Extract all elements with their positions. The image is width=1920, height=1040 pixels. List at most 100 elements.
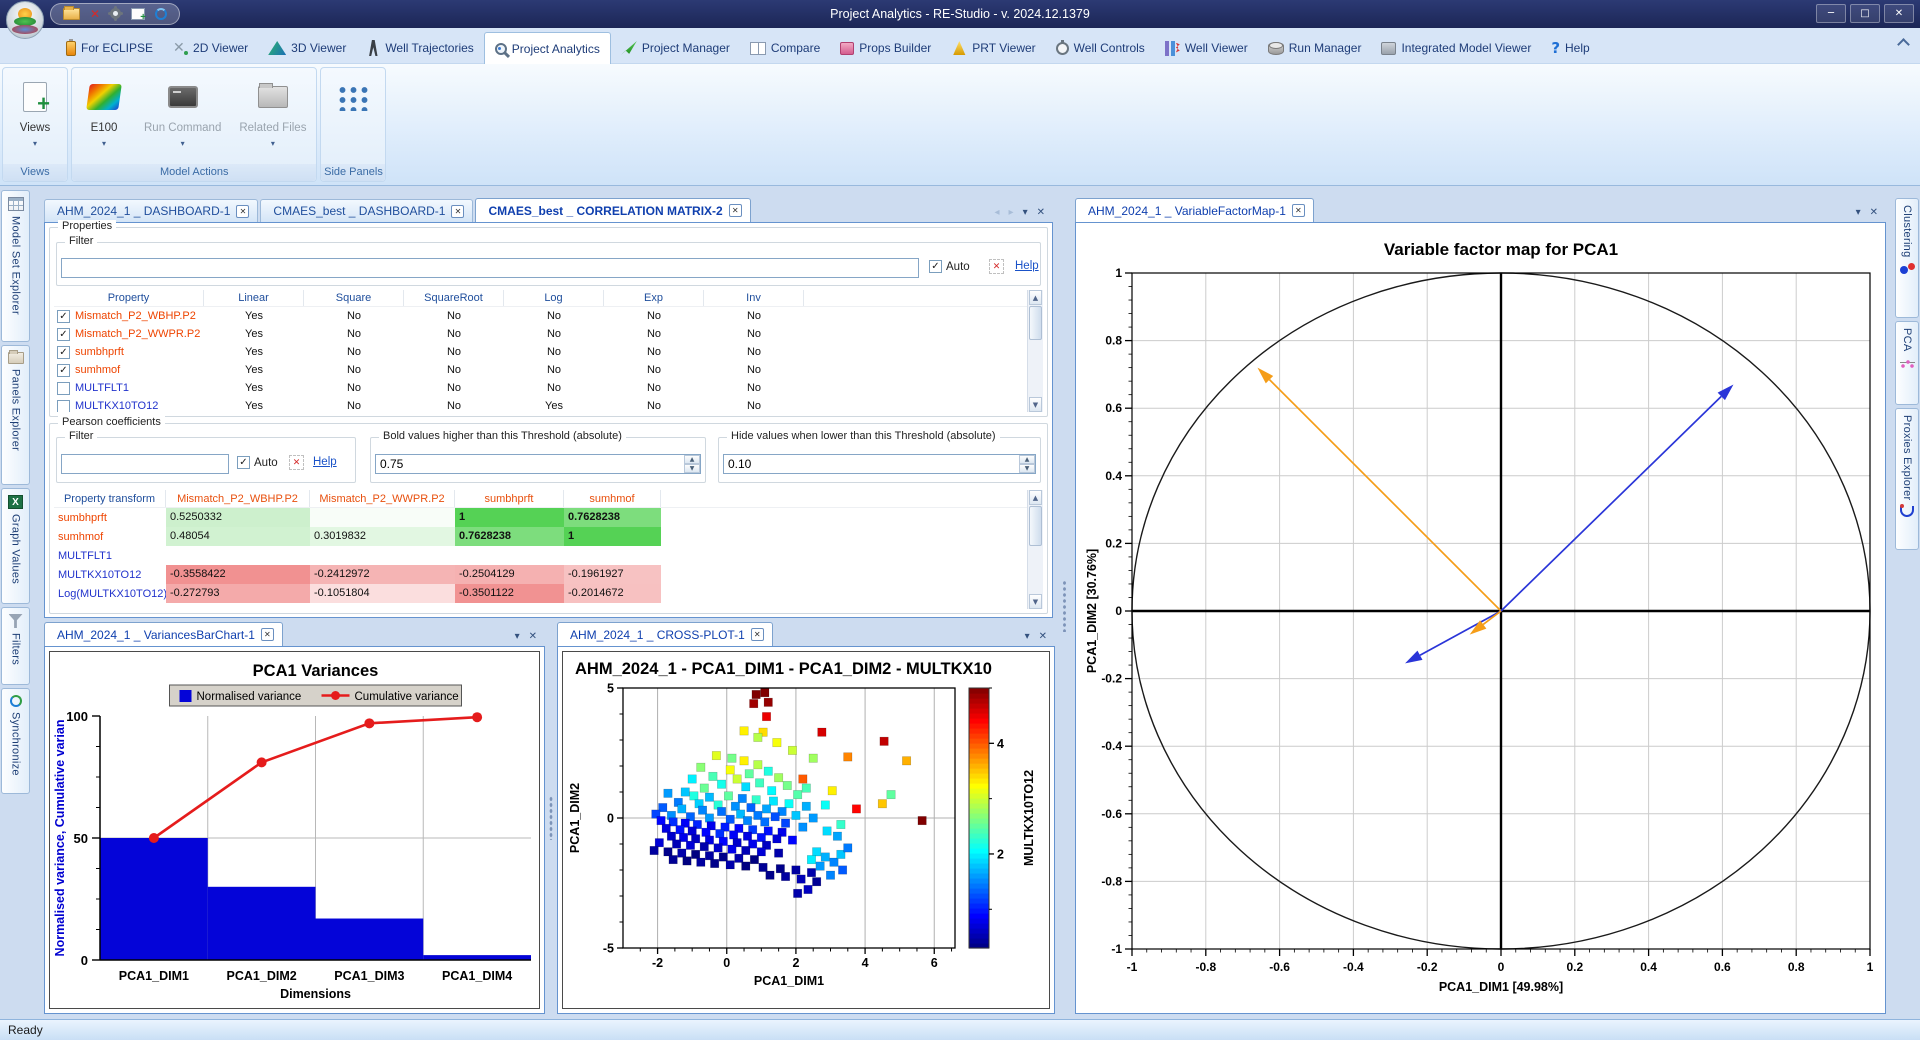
spin-down-icon[interactable]: ▼ — [1019, 464, 1035, 473]
column-header[interactable]: Property — [54, 290, 204, 306]
panel-close-icon[interactable]: ✕ — [1039, 631, 1047, 642]
pearson-filter-input[interactable] — [61, 454, 229, 474]
properties-filter-input[interactable] — [61, 258, 919, 278]
scroll-tabs-left-icon[interactable]: ◂ — [995, 207, 1000, 218]
tab-close-icon[interactable]: ✕ — [261, 628, 274, 641]
sidebar-tab-panels-explorer[interactable]: Panels Explorer — [1, 345, 30, 485]
scroll-tabs-right-icon[interactable]: ▸ — [1009, 207, 1014, 218]
tab-close-icon[interactable]: ✕ — [236, 205, 249, 218]
tab-close-icon[interactable]: ✕ — [1292, 204, 1305, 217]
vertical-scrollbar[interactable]: ▲▼ — [1027, 290, 1043, 412]
ribbon-tab-3d-viewer[interactable]: 3D Viewer — [258, 32, 356, 64]
panel-tab[interactable]: CMAES_best _ CORRELATION MATRIX-2✕ — [475, 198, 750, 222]
column-header[interactable]: Property transform — [54, 490, 166, 507]
panel-tab[interactable]: AHM_2024_1 _ VariableFactorMap-1✕ — [1075, 198, 1314, 222]
checkbox-checked-icon[interactable]: ✓ — [57, 328, 70, 341]
column-header[interactable]: sumhmof — [564, 490, 661, 507]
vertical-splitter-2[interactable] — [547, 622, 555, 1014]
scroll-down-icon[interactable]: ▼ — [1029, 397, 1042, 412]
sidebar-tab-pca[interactable]: PCA — [1895, 321, 1919, 405]
checkbox-unchecked-icon[interactable] — [57, 382, 70, 395]
column-header[interactable]: Log — [504, 290, 604, 306]
property-row[interactable]: MULTFLT1YesNoNoNoNoNo — [54, 379, 1043, 397]
vertical-splitter[interactable] — [1058, 198, 1071, 1014]
clear-filter-icon[interactable]: ✕ — [289, 455, 304, 470]
ribbon-tab-prt-viewer[interactable]: PRT Viewer — [941, 32, 1045, 64]
ribbon-tab-help[interactable]: ?Help — [1541, 32, 1599, 64]
column-header[interactable]: SquareRoot — [404, 290, 504, 306]
ribbon-tab-integrated-model-viewer[interactable]: Integrated Model Viewer — [1371, 32, 1541, 64]
ribbon-tab-for-eclipse[interactable]: For ECLIPSE — [56, 32, 163, 64]
spin-up-icon[interactable]: ▲ — [684, 455, 700, 464]
property-row[interactable]: ✓Mismatch_P2_WBHP.P2YesNoNoNoNoNo — [54, 307, 1043, 325]
property-row[interactable]: ✓sumhmofYesNoNoNoNoNo — [54, 361, 1043, 379]
hide-threshold-input[interactable] — [723, 454, 1036, 474]
properties-auto-checkbox[interactable]: ✓ Auto — [929, 260, 970, 273]
column-header[interactable]: Mismatch_P2_WWPR.P2 — [310, 490, 455, 507]
column-header[interactable]: Linear — [204, 290, 304, 306]
tab-close-icon[interactable]: ✕ — [729, 204, 742, 217]
tab-menu-icon[interactable]: ▾ — [1025, 631, 1030, 642]
sidebar-tab-clustering[interactable]: Clustering — [1895, 198, 1919, 318]
property-row[interactable]: ✓Mismatch_P2_WWPR.P2YesNoNoNoNoNo — [54, 325, 1043, 343]
ribbon-tab-well-viewer[interactable]: Well Viewer — [1155, 32, 1258, 64]
dropdown-arrow-icon[interactable]: ▾ — [33, 139, 37, 148]
views-button[interactable]: Views▾ — [9, 72, 61, 161]
maximize-button[interactable]: □ — [1850, 4, 1880, 23]
panel-close-icon[interactable]: ✕ — [529, 631, 537, 642]
panel-tab[interactable]: AHM_2024_1 _ VariancesBarChart-1✕ — [44, 622, 283, 646]
ribbon-tab-compare[interactable]: Compare — [740, 32, 830, 64]
checkbox-unchecked-icon[interactable] — [57, 400, 70, 413]
sidebar-tab-synchronize[interactable]: Synchronize — [1, 688, 30, 794]
vertical-scrollbar[interactable]: ▲▼ — [1027, 490, 1043, 609]
spin-up-icon[interactable]: ▲ — [1019, 455, 1035, 464]
clear-filter-icon[interactable]: ✕ — [989, 259, 1004, 274]
collapse-ribbon-icon[interactable] — [1897, 38, 1910, 51]
sidebar-tab-graph-values[interactable]: Graph Values — [1, 488, 30, 604]
pearson-row[interactable]: sumhmof0.480540.30198320.76282381 — [54, 527, 1043, 546]
column-header[interactable]: Square — [304, 290, 404, 306]
scrollbar-thumb[interactable] — [1029, 506, 1042, 546]
sidebar-tab-model-set-explorer[interactable]: Model Set Explorer — [1, 190, 30, 342]
pearson-row[interactable]: MULTFLT1 — [54, 546, 1043, 565]
panel-tab[interactable]: AHM_2024_1 _ DASHBOARD-1✕ — [44, 199, 258, 222]
ribbon-tab-project-analytics[interactable]: Project Analytics — [484, 32, 611, 64]
bold-threshold-input[interactable] — [375, 454, 701, 474]
dropdown-arrow-icon[interactable]: ▾ — [181, 139, 185, 148]
checkbox-checked-icon[interactable]: ✓ — [57, 346, 70, 359]
scroll-up-icon[interactable]: ▲ — [1029, 290, 1042, 305]
tab-menu-icon[interactable]: ▾ — [515, 631, 520, 642]
sidebar-tab-filters[interactable]: Filters — [1, 607, 30, 685]
checkbox-checked-icon[interactable]: ✓ — [57, 310, 70, 323]
ribbon-tab-props-builder[interactable]: Props Builder — [830, 32, 941, 64]
ribbon-tab-project-manager[interactable]: Project Manager — [611, 32, 740, 64]
app-logo-icon[interactable] — [6, 1, 44, 39]
dropdown-arrow-icon[interactable]: ▾ — [102, 139, 106, 148]
close-button[interactable]: ✕ — [1884, 4, 1914, 23]
ribbon-tab-well-controls[interactable]: Well Controls — [1046, 32, 1155, 64]
tab-close-icon[interactable]: ✕ — [451, 205, 464, 218]
panel-tab[interactable]: AHM_2024_1 _ CROSS-PLOT-1✕ — [557, 622, 773, 646]
scroll-down-icon[interactable]: ▼ — [1029, 594, 1042, 609]
pearson-auto-checkbox[interactable]: ✓ Auto — [237, 456, 278, 469]
help-link[interactable]: Help — [1015, 260, 1039, 272]
ribbon-tab-run-manager[interactable]: Run Manager — [1258, 32, 1372, 64]
scrollbar-thumb[interactable] — [1029, 306, 1042, 340]
checkbox-checked-icon[interactable]: ✓ — [57, 364, 70, 377]
sidebar-tab-proxies-explorer[interactable]: Proxies Explorer — [1895, 408, 1919, 550]
spin-down-icon[interactable]: ▼ — [684, 464, 700, 473]
pearson-row[interactable]: MULTKX10TO12-0.3558422-0.2412972-0.25041… — [54, 565, 1043, 584]
side-panels-button[interactable] — [327, 72, 379, 161]
panel-close-icon[interactable]: ✕ — [1037, 207, 1045, 218]
tab-menu-icon[interactable]: ▾ — [1856, 207, 1861, 218]
tab-close-icon[interactable]: ✕ — [751, 628, 764, 641]
ribbon-tab-well-trajectories[interactable]: Well Trajectories — [356, 32, 483, 64]
pearson-row[interactable]: sumbhprft0.525033210.7628238 — [54, 508, 1043, 527]
help-link[interactable]: Help — [313, 456, 337, 468]
tab-menu-icon[interactable]: ▾ — [1023, 207, 1028, 218]
column-header[interactable]: Exp — [604, 290, 704, 306]
property-row[interactable]: ✓sumbhprftYesNoNoNoNoNo — [54, 343, 1043, 361]
ribbon-tab-2d-viewer[interactable]: 2D Viewer — [163, 32, 258, 64]
minimize-button[interactable]: ─ — [1816, 4, 1846, 23]
column-header[interactable]: Mismatch_P2_WBHP.P2 — [166, 490, 310, 507]
